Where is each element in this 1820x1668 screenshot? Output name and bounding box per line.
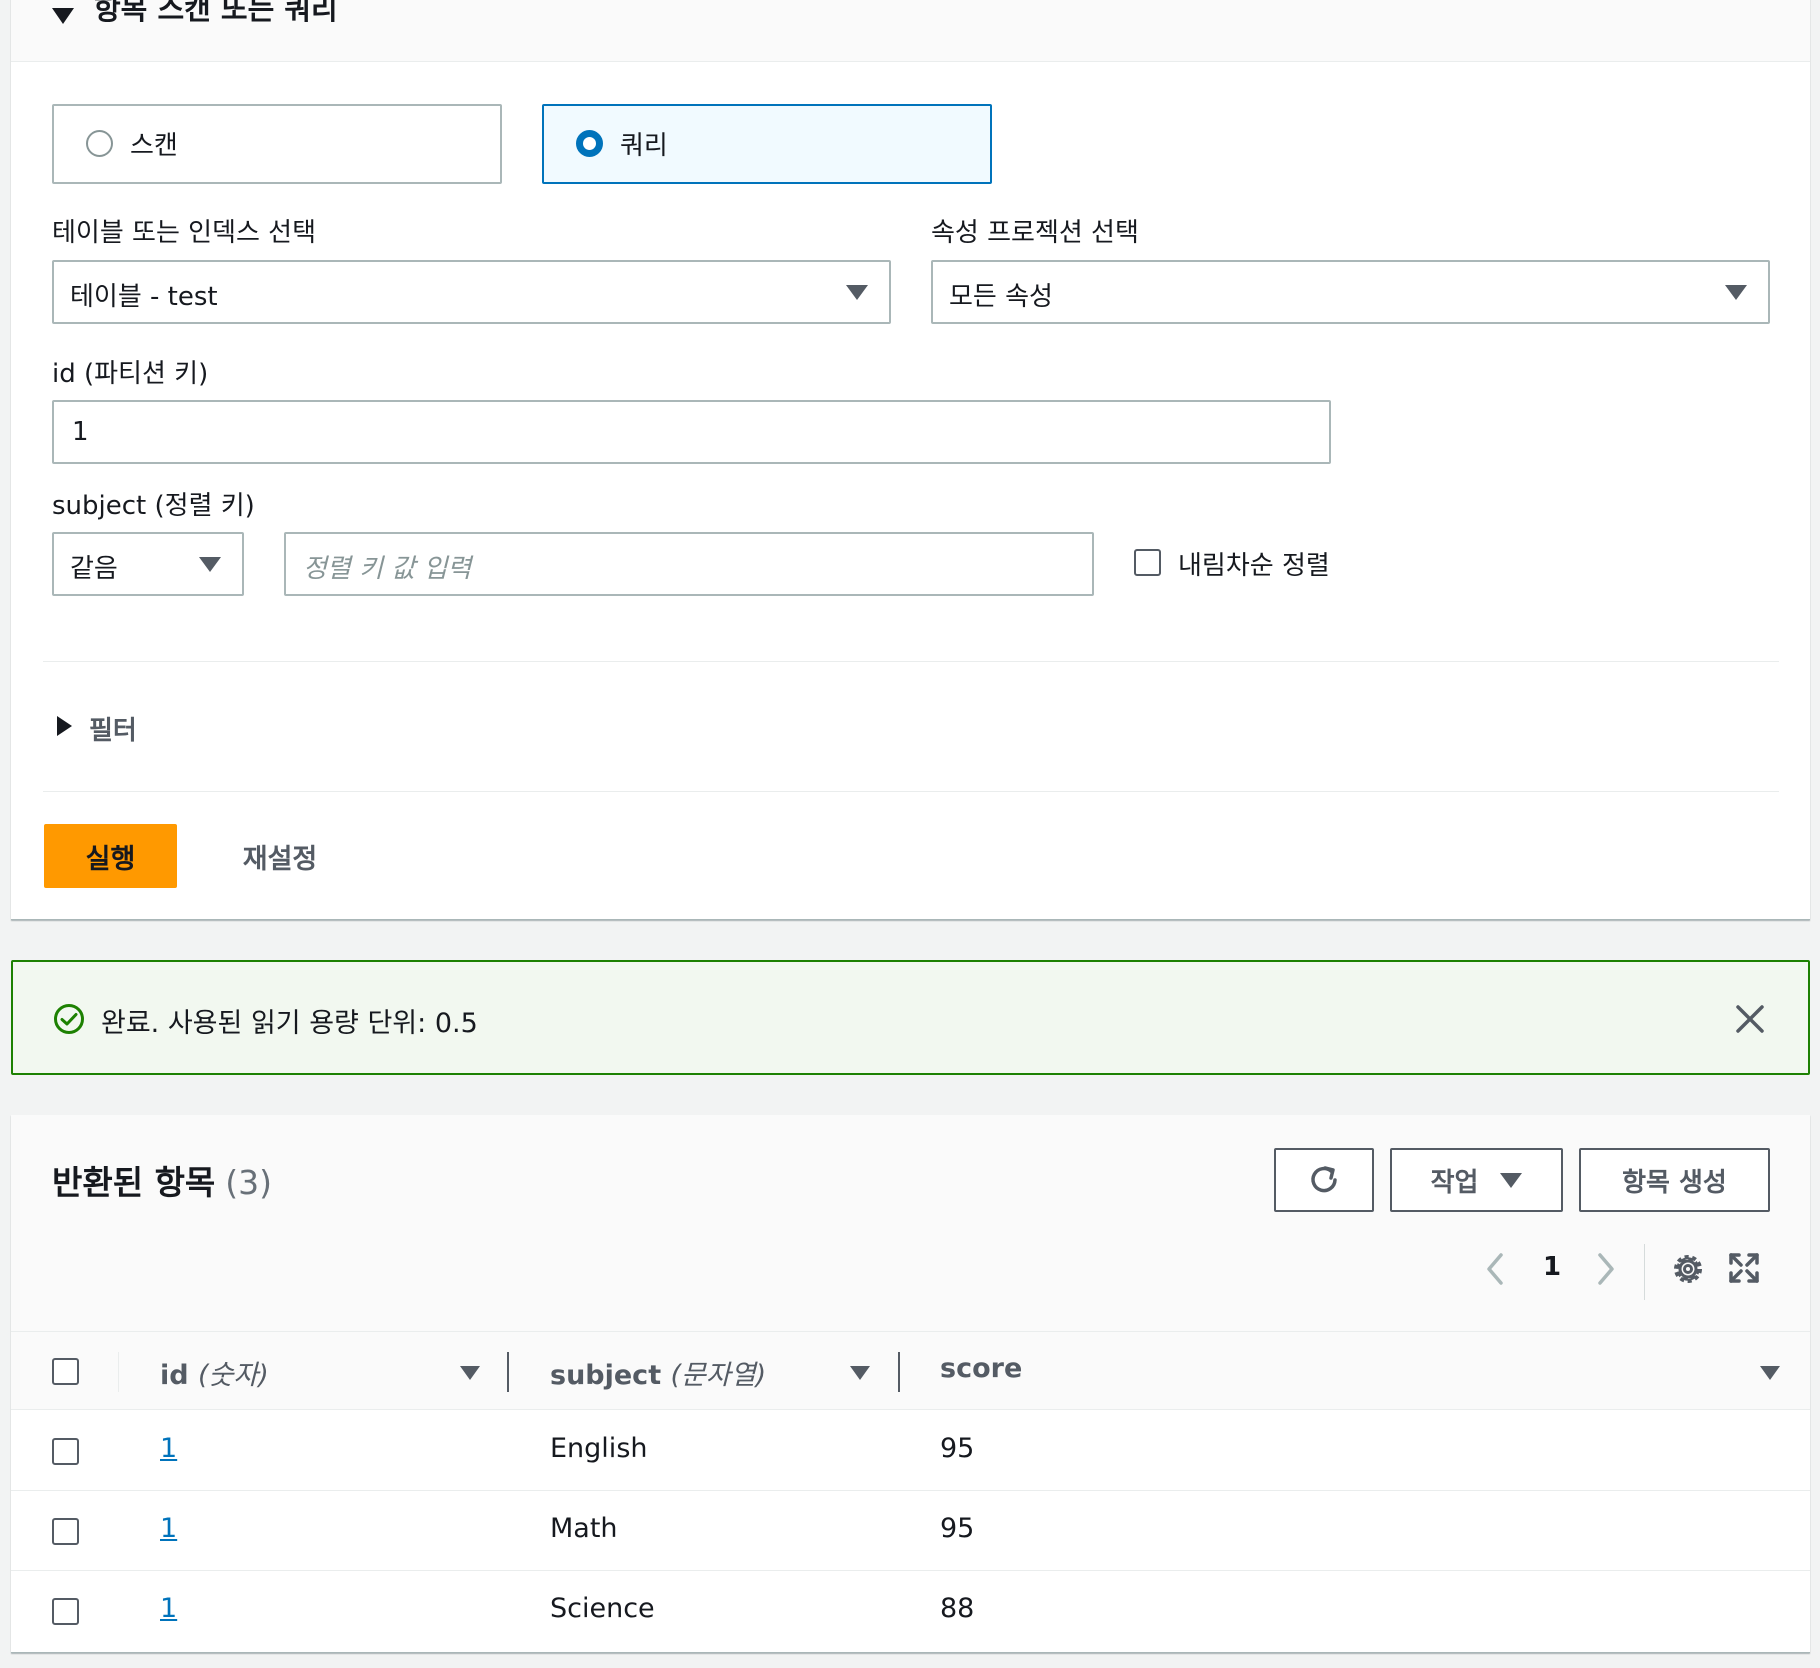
subject-sort-caret-icon[interactable]	[850, 1366, 870, 1380]
partition-key-value: 1	[72, 417, 89, 447]
query-option-tile[interactable]	[542, 104, 992, 184]
divider	[43, 661, 1779, 662]
scan-option-label: 스캔	[130, 131, 178, 161]
row-score: 88	[940, 1593, 975, 1624]
query-section-title: 항목 스캔 또는 쿼리	[94, 0, 338, 26]
table-select-caret-icon	[846, 285, 868, 300]
table-select-label: 테이블 또는 인덱스 선택	[52, 218, 316, 248]
partition-key-input[interactable]	[52, 400, 1331, 464]
page-number[interactable]: 1	[1543, 1252, 1561, 1282]
sort-operator-caret-icon	[199, 557, 221, 572]
actions-label: 작업	[1430, 1167, 1479, 1198]
actions-caret-icon	[1500, 1172, 1523, 1188]
table-row[interactable]	[11, 1571, 1810, 1651]
settings-gear-icon[interactable]	[1670, 1251, 1706, 1287]
descending-checkbox[interactable]	[1134, 549, 1161, 576]
scan-option-tile[interactable]	[52, 104, 502, 184]
alert-message: 완료. 사용된 읽기 용량 단위: 0.5	[101, 1008, 478, 1039]
collapse-caret-icon[interactable]	[52, 8, 74, 24]
column-resizer[interactable]	[507, 1352, 509, 1392]
results-heading: 반환된 항목 (3)	[52, 1156, 272, 1204]
filter-expander[interactable]: 필터	[89, 710, 137, 747]
results-count: (3)	[225, 1163, 273, 1202]
results-title: 반환된 항목	[52, 1163, 216, 1202]
table-select-value: 테이블 - test	[70, 282, 218, 312]
query-option-label: 쿼리	[620, 131, 668, 161]
row-subject: English	[550, 1433, 648, 1464]
column-header-subject[interactable]: subject (문자열)	[550, 1353, 766, 1392]
projection-select-caret-icon	[1725, 285, 1747, 300]
close-icon[interactable]	[1735, 1004, 1765, 1034]
column-header-id[interactable]: id (숫자)	[160, 1353, 269, 1392]
row-id-link[interactable]: 1	[160, 1433, 177, 1464]
row-subject: Math	[550, 1513, 618, 1544]
table-row[interactable]	[11, 1491, 1810, 1571]
next-page-icon[interactable]	[1594, 1251, 1618, 1287]
refresh-icon	[1311, 1166, 1337, 1193]
sort-key-placeholder: 정렬 키 값 입력	[303, 554, 472, 584]
pager-divider	[1644, 1244, 1645, 1300]
table-header-row	[11, 1332, 1810, 1410]
query-radio[interactable]	[576, 130, 603, 157]
create-item-button[interactable]: 항목 생성	[1579, 1148, 1770, 1212]
run-button[interactable]: 실행	[44, 824, 177, 888]
row-id-link[interactable]: 1	[160, 1593, 177, 1624]
id-sort-caret-icon[interactable]	[460, 1366, 480, 1380]
column-header-score[interactable]: score	[940, 1353, 1022, 1384]
projection-select-value: 모든 속성	[949, 282, 1053, 312]
column-divider	[118, 1352, 119, 1392]
row-checkbox[interactable]	[52, 1518, 79, 1545]
success-check-icon	[54, 1004, 84, 1034]
refresh-button[interactable]	[1274, 1148, 1374, 1212]
row-score: 95	[940, 1513, 975, 1544]
sort-key-label: subject (정렬 키)	[52, 491, 255, 521]
descending-label: 내림차순 정렬	[1178, 551, 1330, 581]
projection-select-label: 속성 프로젝션 선택	[931, 218, 1139, 248]
scan-radio[interactable]	[86, 130, 113, 157]
partition-key-label: id (파티션 키)	[52, 359, 209, 389]
row-id-link[interactable]: 1	[160, 1513, 177, 1544]
actions-dropdown-button[interactable]: 작업	[1390, 1148, 1563, 1212]
filter-expand-caret-icon[interactable]	[57, 716, 72, 736]
score-sort-caret-icon[interactable]	[1760, 1366, 1780, 1380]
previous-page-icon[interactable]	[1483, 1251, 1507, 1287]
fullscreen-icon[interactable]	[1728, 1252, 1760, 1284]
row-subject: Science	[550, 1593, 655, 1624]
row-score: 95	[940, 1433, 975, 1464]
divider	[43, 791, 1779, 792]
reset-button[interactable]: 재설정	[205, 824, 355, 888]
column-resizer[interactable]	[898, 1352, 900, 1392]
table-row[interactable]	[11, 1410, 1810, 1490]
sort-operator-value: 같음	[70, 554, 118, 584]
select-all-checkbox[interactable]	[52, 1358, 79, 1385]
row-checkbox[interactable]	[52, 1598, 79, 1625]
row-checkbox[interactable]	[52, 1438, 79, 1465]
projection-select[interactable]	[931, 260, 1770, 324]
